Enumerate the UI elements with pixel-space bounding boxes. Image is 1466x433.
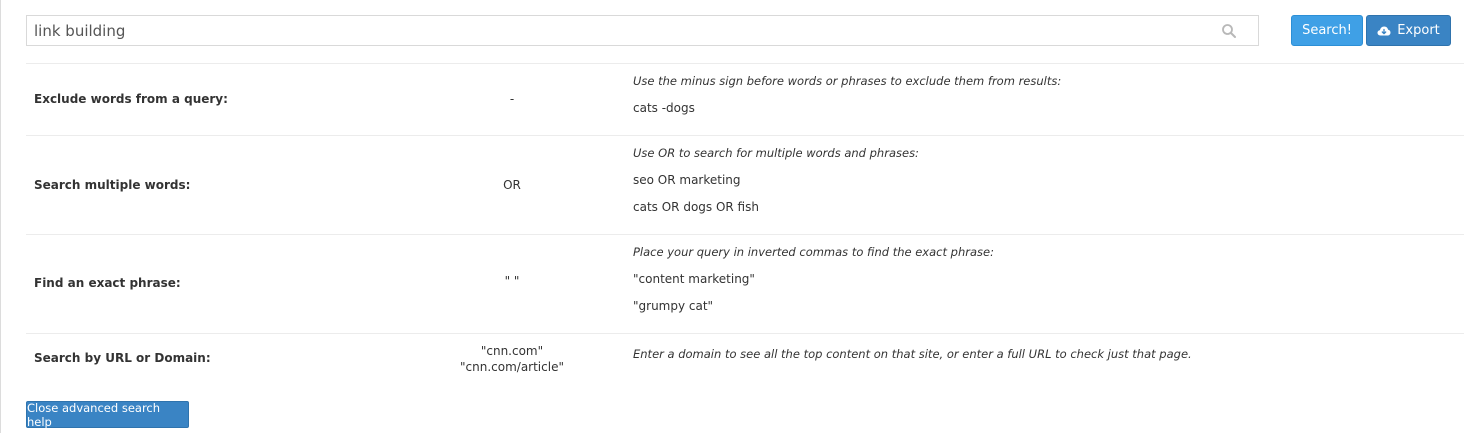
help-row-label: Find an exact phrase: <box>34 276 181 290</box>
help-row-operator-line: "cnn.com/article" <box>460 360 564 374</box>
help-row-description: Use the minus sign before words or phras… <box>633 74 1062 88</box>
help-row-example: seo OR marketing <box>633 173 741 187</box>
search-button[interactable]: Search! <box>1291 15 1363 46</box>
help-row-label: Exclude words from a query: <box>34 92 228 106</box>
help-row-exclude: Exclude words from a query: - Use the mi… <box>26 63 1464 135</box>
search-input[interactable] <box>27 16 1207 45</box>
help-row-label: Search by URL or Domain: <box>34 351 211 365</box>
help-row-description: Use OR to search for multiple words and … <box>633 146 919 160</box>
help-row-example: cats -dogs <box>633 101 695 115</box>
export-button[interactable]: Export <box>1366 15 1451 46</box>
help-row-url-domain: Search by URL or Domain: "cnn.com" "cnn.… <box>26 333 1464 389</box>
help-row-example: "content marketing" <box>633 272 755 286</box>
export-button-label: Export <box>1397 23 1440 38</box>
help-row-description: Enter a domain to see all the top conten… <box>633 347 1192 361</box>
help-row-operator: "cnn.com" "cnn.com/article" <box>412 343 612 375</box>
help-row-exact-phrase: Find an exact phrase: " " Place your que… <box>26 234 1464 333</box>
help-row-description: Place your query in inverted commas to f… <box>633 245 994 259</box>
close-button-label: Close advanced search help <box>27 400 161 429</box>
close-advanced-search-help-button[interactable]: Close advanced search help <box>26 400 189 429</box>
cloud-download-icon <box>1377 26 1391 35</box>
help-row-example: "grumpy cat" <box>633 299 714 313</box>
search-icon[interactable] <box>1221 23 1237 39</box>
advanced-search-help-table: Exclude words from a query: - Use the mi… <box>26 63 1464 389</box>
help-row-operator: " " <box>504 274 520 288</box>
help-row-example: cats OR dogs OR fish <box>633 200 759 214</box>
help-row-operator-line: "cnn.com" <box>480 344 544 358</box>
help-row-label: Search multiple words: <box>34 178 191 192</box>
search-box[interactable] <box>26 15 1259 46</box>
search-button-label: Search! <box>1302 23 1352 38</box>
help-row-multiple: Search multiple words: OR Use OR to sear… <box>26 135 1464 234</box>
page-left-border <box>0 0 1 433</box>
help-row-operator: - <box>509 92 515 106</box>
help-row-operator: OR <box>503 178 521 192</box>
